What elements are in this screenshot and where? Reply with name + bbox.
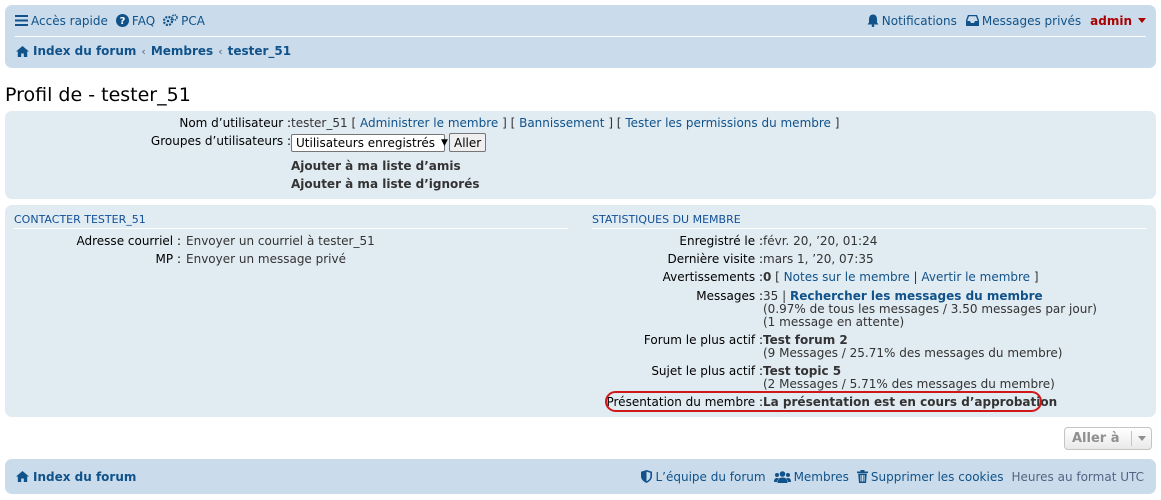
users-icon — [773, 470, 791, 483]
home-icon — [16, 45, 29, 57]
acp-link[interactable]: PCA — [163, 14, 205, 28]
hamburger-icon — [15, 15, 28, 26]
footer-links: L’équipe du forum Membres Supprimer les … — [633, 459, 1144, 494]
question-circle-icon: ? — [115, 14, 129, 27]
cogs-icon — [163, 14, 178, 27]
send-email-link[interactable]: Envoyer un courriel à tester_51 — [186, 234, 375, 248]
navbar: Accès rapide ? FAQ PCA Notifications Mes… — [5, 5, 1156, 68]
svg-text:?: ? — [119, 16, 125, 27]
stats-heading: STATISTIQUES DU MEMBRE — [592, 213, 1147, 229]
groups-select-value: Utilisateurs enregistrés — [296, 135, 436, 150]
groups-select[interactable]: Utilisateurs enregistrés ▼ — [291, 133, 448, 152]
warnings-row: 0 [ Notes sur le membre | Avertir le mem… — [763, 270, 1039, 284]
footer-navbar: Index du forum L’équipe du forum Membres… — [5, 459, 1156, 494]
caret-down-icon — [1138, 436, 1146, 441]
caret-down-icon — [1138, 18, 1146, 23]
groups-label: Groupes d’utilisateurs : — [150, 134, 291, 148]
acp-label: PCA — [181, 13, 205, 28]
delete-cookies-label: Supprimer les cookies — [870, 469, 1004, 484]
jump-to-divider — [1131, 431, 1132, 446]
active-topic-stats: (2 Messages / 5.71% des messages du memb… — [763, 377, 1055, 391]
profile-panel: Nom d’utilisateur : tester_51 [ Administ… — [5, 111, 1156, 199]
username-value: tester_51 — [291, 116, 348, 130]
active-forum-link[interactable]: Test forum 2 — [763, 333, 848, 347]
members-label: Membres — [793, 469, 849, 484]
pm-label: MP : — [155, 252, 181, 266]
user-menu[interactable]: admin — [1090, 14, 1146, 28]
messages-label: Messages : — [696, 289, 763, 303]
last-visit-value: mars 1, ’20, 07:35 — [763, 252, 874, 266]
warnings-label: Avertissements : — [662, 270, 763, 284]
test-permissions-link[interactable]: Tester les permissions du membre — [625, 116, 831, 130]
breadcrumb-index[interactable]: Index du forum — [33, 44, 136, 58]
messages-pending: (1 message en attente) — [763, 315, 905, 329]
private-messages-link[interactable]: Messages privés — [965, 13, 1082, 28]
username-label: Nom d’utilisateur : — [179, 116, 291, 130]
chevron-left-icon: ‹ — [141, 44, 146, 58]
user-menu-name: admin — [1090, 13, 1132, 28]
email-label: Adresse courriel : — [76, 234, 181, 248]
trash-icon — [856, 470, 868, 483]
send-pm-link[interactable]: Envoyer un message privé — [186, 252, 346, 266]
page-title: Profil de - tester_51 — [5, 84, 191, 106]
details-panel: CONTACTER TESTER_51 Adresse courriel : E… — [5, 205, 1156, 417]
add-foe-link[interactable]: Ajouter à ma liste d’ignorés — [291, 177, 479, 191]
ban-link[interactable]: Bannissement — [519, 116, 604, 130]
user-notes-link[interactable]: Notes sur le membre — [784, 270, 910, 284]
footer-index-link[interactable]: Index du forum — [33, 470, 136, 484]
bell-icon — [867, 14, 879, 27]
go-button[interactable]: Aller — [449, 133, 487, 152]
team-link[interactable]: L’équipe du forum — [641, 469, 766, 484]
nav-left: Accès rapide ? FAQ PCA — [15, 14, 213, 28]
inbox-icon — [965, 15, 979, 26]
triangle-down-icon: ▼ — [441, 137, 448, 148]
shield-icon — [641, 470, 653, 483]
chevron-left-icon: ‹ — [218, 44, 223, 58]
highlight-annotation — [605, 391, 1042, 412]
team-label: L’équipe du forum — [655, 469, 766, 484]
registered-label: Enregistré le : — [679, 234, 763, 248]
last-visit-label: Dernière visite : — [667, 252, 763, 266]
delete-cookies-link[interactable]: Supprimer les cookies — [856, 469, 1004, 484]
home-icon — [16, 471, 29, 482]
notifications-link[interactable]: Notifications — [867, 14, 957, 28]
messages-count: 35 — [763, 289, 779, 303]
active-topic-link[interactable]: Test topic 5 — [763, 364, 841, 378]
nav-divider — [15, 36, 1146, 37]
jump-to-label: Aller à — [1072, 431, 1120, 446]
breadcrumb-members[interactable]: Membres — [151, 44, 213, 58]
search-user-posts-link[interactable]: Rechercher les messages du membre — [790, 289, 1043, 303]
active-forum-stats: (9 Messages / 25.71% des messages du mem… — [763, 346, 1063, 360]
username-row: tester_51 [ Administrer le membre ] [ Ba… — [291, 116, 840, 130]
admin-user-link[interactable]: Administrer le membre — [360, 116, 498, 130]
groups-row: Utilisateurs enregistrés ▼ Aller — [291, 133, 487, 152]
nav-main: Accès rapide ? FAQ PCA Notifications Mes… — [15, 5, 1146, 36]
messages-ratio: (0.97% de tous les messages / 3.50 messa… — [763, 302, 1097, 316]
active-topic-label: Sujet le plus actif : — [651, 364, 763, 378]
footer-breadcrumb: Index du forum — [16, 459, 136, 494]
contact-heading: CONTACTER TESTER_51 — [14, 213, 568, 229]
breadcrumb: Index du forum ‹ Membres ‹ tester_51 — [16, 40, 291, 62]
private-messages-label: Messages privés — [981, 13, 1082, 28]
quick-links-menu[interactable]: Accès rapide — [15, 14, 108, 28]
breadcrumb-user[interactable]: tester_51 — [228, 44, 292, 58]
faq-link[interactable]: ? FAQ — [115, 13, 156, 28]
messages-row: 35 | Rechercher les messages du membre — [763, 289, 1043, 303]
notifications-label: Notifications — [881, 13, 957, 28]
active-forum-label: Forum le plus actif : — [643, 333, 763, 347]
quick-links-label: Accès rapide — [31, 13, 108, 28]
faq-label: FAQ — [131, 13, 156, 28]
nav-right: Notifications Messages privés admin — [858, 14, 1146, 28]
registered-value: févr. 20, ’20, 01:24 — [763, 234, 878, 248]
add-friend-link[interactable]: Ajouter à ma liste d’amis — [291, 159, 461, 173]
members-link[interactable]: Membres — [773, 469, 849, 484]
timezone-info: Heures au format UTC — [1011, 469, 1144, 484]
warn-user-link[interactable]: Avertir le membre — [921, 270, 1030, 284]
jump-to-button[interactable]: Aller à — [1064, 427, 1152, 450]
